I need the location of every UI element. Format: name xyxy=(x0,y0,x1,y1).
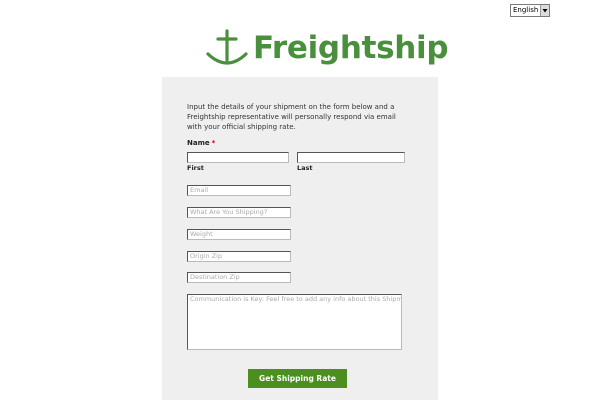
shipping-form: Input the details of your shipment on th… xyxy=(162,77,438,400)
language-select-value: English xyxy=(513,6,539,14)
what-shipping-input[interactable]: What Are You Shipping? xyxy=(187,207,291,218)
language-select[interactable]: English xyxy=(510,4,550,17)
origin-zip-input[interactable]: Origin Zip xyxy=(187,251,291,262)
last-name-input[interactable] xyxy=(297,152,405,163)
name-label-text: Name xyxy=(187,139,210,147)
message-textarea[interactable]: Communication is Key: Feel free to add a… xyxy=(187,294,402,350)
required-mark: * xyxy=(211,139,216,147)
weight-input[interactable]: Weight xyxy=(187,229,291,240)
destination-zip-input[interactable]: Destination Zip xyxy=(187,272,291,283)
form-intro: Input the details of your shipment on th… xyxy=(187,103,396,131)
first-name-sublabel: First xyxy=(187,164,204,172)
freightship-logo[interactable]: Freightship xyxy=(205,26,449,70)
first-name-input[interactable] xyxy=(187,152,289,163)
anchor-icon xyxy=(206,29,248,65)
last-name-sublabel: Last xyxy=(297,164,313,172)
chevron-down-icon xyxy=(540,5,549,16)
get-shipping-rate-button[interactable]: Get Shipping Rate xyxy=(248,369,347,388)
logo-text: Freightship xyxy=(253,30,449,66)
page: English Freightship Input the details of… xyxy=(0,0,600,400)
name-label: Name * xyxy=(187,139,215,147)
email-input[interactable]: Email xyxy=(187,185,291,196)
